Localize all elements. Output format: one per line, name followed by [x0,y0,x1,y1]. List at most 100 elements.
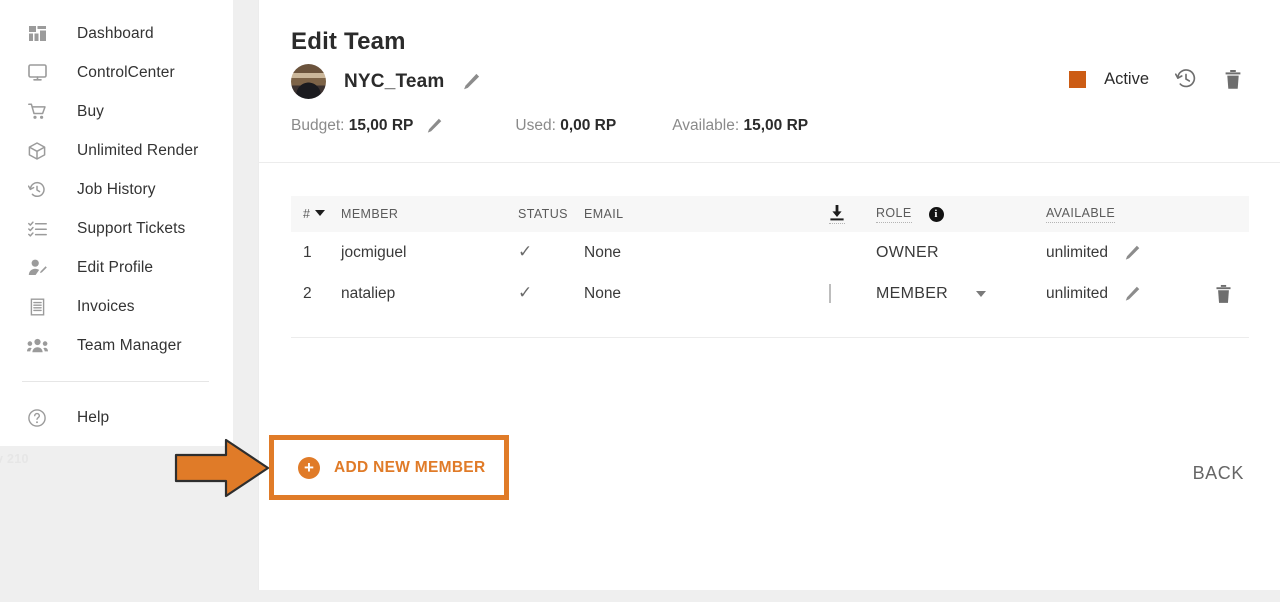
delete-team-trash-icon[interactable] [1223,69,1243,90]
sidebar-item-invoices[interactable]: Invoices [0,287,233,326]
th-role[interactable]: ROLE i [876,206,1046,223]
cell-available: unlimited [1046,285,1198,303]
help-circle-icon [24,407,50,429]
cell-member: jocmiguel [341,243,407,261]
monitor-icon [24,62,50,84]
cart-icon [24,101,50,123]
th-role-label: ROLE [876,206,912,223]
sidebar-item-buy[interactable]: Buy [0,92,233,131]
cell-email: None [584,284,622,302]
cell-email: None [584,243,622,261]
available-label: unlimited [1046,243,1109,261]
sidebar-item-label: Job History [77,180,156,198]
cell-checkbox[interactable] [829,283,876,303]
cell-role: OWNER [876,244,1046,262]
th-member[interactable]: MEMBER [341,207,518,221]
sidebar-item-unlimited-render[interactable]: Unlimited Render [0,131,233,170]
members-table: # MEMBER STATUS EMAIL ROLE i AVAILABLE 1… [291,196,1249,314]
annotation-arrow-icon [174,438,270,498]
sidebar-item-label: Help [77,408,110,426]
table-header-row: # MEMBER STATUS EMAIL ROLE i AVAILABLE [291,196,1249,232]
used-value: 0,00 RP [560,117,617,134]
back-button[interactable]: BACK [1193,463,1244,484]
cell-member: nataliep [341,284,396,302]
sidebar-item-controlcenter[interactable]: ControlCenter [0,53,233,92]
version-label: v 210 [0,452,29,466]
cell-available: unlimited [1046,244,1198,262]
sidebar-item-label: ControlCenter [77,63,175,81]
sidebar-item-job-history[interactable]: Job History [0,170,233,209]
history-icon [24,179,50,201]
app-root: Dashboard ControlCenter Buy Unlimited Re… [0,0,1280,602]
sidebar: Dashboard ControlCenter Buy Unlimited Re… [0,0,233,466]
cell-number: 1 [303,243,312,261]
th-email[interactable]: EMAIL [584,207,829,221]
chevron-down-icon[interactable] [976,290,987,297]
th-available[interactable]: AVAILABLE [1046,206,1198,223]
header-divider [259,162,1280,163]
add-new-member-label: ADD NEW MEMBER [334,458,486,476]
sidebar-item-label: Support Tickets [77,219,186,237]
info-icon[interactable]: i [928,206,944,222]
cell-number: 2 [303,284,312,302]
th-status-label: STATUS [518,207,568,221]
used-group: Used: 0,00 RP [515,117,616,135]
sidebar-item-help[interactable]: Help [0,398,233,437]
cube-icon [24,140,50,162]
team-avatar [291,64,326,99]
sidebar-nav-list: Dashboard ControlCenter Buy Unlimited Re… [0,0,233,437]
cell-status: ✓ [518,284,584,303]
edit-team-name-pencil-icon[interactable] [461,72,481,92]
th-email-label: EMAIL [584,207,624,221]
table-row: 2 nataliep ✓ None MEMBER unlimited [291,273,1249,314]
history-icon[interactable] [1175,68,1197,90]
checkbox-unchecked-icon[interactable] [829,283,831,303]
role-label: OWNER [876,243,939,261]
available-group: Available: 15,00 RP [672,117,808,135]
team-name-row: NYC_Team [291,64,481,99]
available-value: 15,00 RP [743,117,809,134]
edit-budget-pencil-icon[interactable] [425,117,443,135]
th-number-label: # [303,207,311,221]
status-badge [1069,70,1087,88]
available-label: Available: [672,117,740,134]
add-new-member-button[interactable]: + ADD NEW MEMBER [269,435,509,500]
budget-summary-row: Budget: 15,00 RP Used: 0,00 RP Available… [291,117,808,135]
edit-available-pencil-icon[interactable] [1123,285,1141,303]
table-row: 1 jocmiguel ✓ None OWNER unlimited [291,232,1249,273]
budget-label: Budget: [291,117,345,134]
sidebar-divider [22,381,209,382]
team-name: NYC_Team [344,70,445,92]
th-number[interactable]: # [291,207,341,221]
sidebar-item-support-tickets[interactable]: Support Tickets [0,209,233,248]
user-edit-icon [24,257,50,279]
budget-group: Budget: 15,00 RP [291,117,443,135]
cell-actions [1198,284,1248,304]
main-content-card: Edit Team NYC_Team Budget: 15,00 RP Used… [258,0,1280,590]
th-status[interactable]: STATUS [518,207,584,221]
status-label: Active [1104,69,1149,88]
sidebar-item-label: Dashboard [77,24,154,42]
delete-member-trash-icon[interactable] [1214,284,1233,304]
th-download[interactable] [829,204,876,224]
sidebar-item-dashboard[interactable]: Dashboard [0,14,233,53]
team-status-controls: Active [1069,68,1243,90]
cell-status: ✓ [518,243,584,262]
plus-icon: + [298,456,320,479]
th-available-label: AVAILABLE [1046,206,1116,223]
sidebar-item-label: Invoices [77,297,135,315]
sidebar-item-label: Edit Profile [77,258,154,276]
edit-available-pencil-icon[interactable] [1123,244,1141,262]
sidebar-item-edit-profile[interactable]: Edit Profile [0,248,233,287]
sidebar-item-label: Unlimited Render [77,141,199,159]
cell-role[interactable]: MEMBER [876,285,1046,303]
sidebar-item-label: Team Manager [77,336,182,354]
check-icon: ✓ [518,283,533,302]
th-member-label: MEMBER [341,207,399,221]
budget-value: 15,00 RP [348,117,414,134]
check-icon: ✓ [518,242,533,261]
sidebar-item-team-manager[interactable]: Team Manager [0,326,233,365]
checklist-icon [24,218,50,240]
page-title: Edit Team [291,28,406,55]
invoice-icon [24,296,50,318]
